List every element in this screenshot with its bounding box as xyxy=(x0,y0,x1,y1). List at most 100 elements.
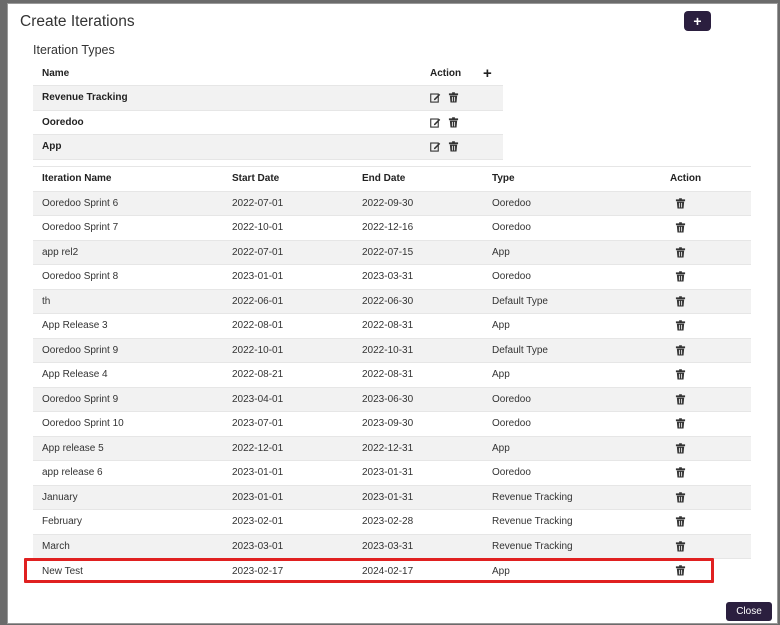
type-cell: App xyxy=(483,362,661,387)
iteration-row: Ooredoo Sprint 6 2022-07-01 2022-09-30 Oore… xyxy=(33,190,751,216)
iteration-type-actions xyxy=(430,110,503,135)
iteration-row: February 2023-02-01 2023-02-28 Revenue Trac… xyxy=(33,509,751,534)
iteration-name-cell: th xyxy=(33,288,223,314)
iteration-type-row: App xyxy=(33,134,503,160)
action-cell xyxy=(661,362,751,387)
trash-icon[interactable] xyxy=(675,369,686,380)
action-cell xyxy=(661,190,751,216)
iteration-row: Ooredoo Sprint 8 2023-01-01 2023-03-31 Oore… xyxy=(33,264,751,289)
iteration-types-title: Iteration Types xyxy=(33,43,115,57)
types-header-name: Name xyxy=(33,61,430,86)
iterations-header-row: Iteration Name Start Date End Date Type … xyxy=(33,166,751,191)
action-cell xyxy=(661,337,751,363)
edit-icon[interactable] xyxy=(430,141,441,152)
start-date-cell: 2022-08-21 xyxy=(223,362,353,387)
header-type: Type xyxy=(483,166,661,191)
iteration-name-cell: app release 6 xyxy=(33,460,223,485)
iteration-row: App Release 3 2022-08-01 2022-08-31 App xyxy=(33,313,751,338)
header-action: Action xyxy=(661,166,751,191)
iterations-table: Iteration Name Start Date End Date Type … xyxy=(33,166,751,583)
start-date-cell: 2023-02-01 xyxy=(223,509,353,534)
iteration-row: App Release 4 2022-08-21 2022-08-31 App xyxy=(33,362,751,387)
start-date-cell: 2023-01-01 xyxy=(223,460,353,485)
type-cell: Revenue Tracking xyxy=(483,533,661,559)
start-date-cell: 2022-07-01 xyxy=(223,190,353,216)
trash-icon[interactable] xyxy=(675,246,686,258)
iteration-name-cell: Ooredoo Sprint 9 xyxy=(33,337,223,363)
trash-icon[interactable] xyxy=(675,197,686,209)
start-date-cell: 2023-02-17 xyxy=(223,558,353,583)
action-cell xyxy=(661,509,751,534)
start-date-cell: 2022-07-01 xyxy=(223,239,353,265)
start-date-cell: 2022-10-01 xyxy=(223,215,353,240)
start-date-cell: 2023-01-01 xyxy=(223,484,353,510)
types-header-row: Name Action xyxy=(33,61,503,86)
start-date-cell: 2023-07-01 xyxy=(223,411,353,436)
iteration-name-cell: February xyxy=(33,509,223,534)
end-date-cell: 2023-09-30 xyxy=(353,411,483,436)
close-button[interactable]: Close xyxy=(726,602,772,621)
modal-title: Create Iterations xyxy=(20,13,135,30)
start-date-cell: 2023-01-01 xyxy=(223,264,353,289)
type-cell: Ooredoo xyxy=(483,215,661,240)
iteration-name-cell: Ooredoo Sprint 10 xyxy=(33,411,223,436)
end-date-cell: 2022-07-15 xyxy=(353,239,483,265)
action-cell xyxy=(661,484,751,510)
action-cell xyxy=(661,558,751,583)
iteration-row: January 2023-01-01 2023-01-31 Revenue Track… xyxy=(33,484,751,510)
trash-icon[interactable] xyxy=(675,295,686,307)
trash-icon[interactable] xyxy=(675,540,686,552)
end-date-cell: 2024-02-17 xyxy=(353,558,483,583)
trash-icon[interactable] xyxy=(675,222,686,233)
edit-icon[interactable] xyxy=(430,92,441,103)
end-date-cell: 2022-12-16 xyxy=(353,215,483,240)
trash-icon[interactable] xyxy=(448,116,459,128)
trash-icon[interactable] xyxy=(675,516,686,527)
trash-icon[interactable] xyxy=(675,565,686,576)
type-cell: Revenue Tracking xyxy=(483,484,661,510)
iteration-type-name: Revenue Tracking xyxy=(33,85,430,111)
iteration-row: app rel2 2022-07-01 2022-07-15 App xyxy=(33,239,751,265)
type-cell: Ooredoo xyxy=(483,411,661,436)
trash-icon[interactable] xyxy=(675,393,686,405)
start-date-cell: 2023-04-01 xyxy=(223,386,353,412)
iteration-type-name: App xyxy=(33,134,430,160)
end-date-cell: 2023-06-30 xyxy=(353,386,483,412)
iteration-name-cell: Ooredoo Sprint 8 xyxy=(33,264,223,289)
iteration-row: Ooredoo Sprint 10 2023-07-01 2023-09-30 Oor… xyxy=(33,411,751,436)
iteration-row: app release 6 2023-01-01 2023-01-31 Ooredoo xyxy=(33,460,751,485)
header-start-date: Start Date xyxy=(223,166,353,191)
trash-icon[interactable] xyxy=(448,141,459,152)
iteration-row: th 2022-06-01 2022-06-30 Default Type xyxy=(33,288,751,314)
end-date-cell: 2023-02-28 xyxy=(353,509,483,534)
trash-icon[interactable] xyxy=(675,442,686,454)
iteration-type-row: Revenue Tracking xyxy=(33,85,503,111)
end-date-cell: 2022-10-31 xyxy=(353,337,483,363)
end-date-cell: 2022-08-31 xyxy=(353,362,483,387)
edit-icon[interactable] xyxy=(430,117,441,128)
trash-icon[interactable] xyxy=(675,467,686,478)
iteration-type-name: Ooredoo xyxy=(33,110,430,135)
type-cell: Ooredoo xyxy=(483,386,661,412)
type-cell: App xyxy=(483,239,661,265)
iteration-name-cell: Ooredoo Sprint 6 xyxy=(33,190,223,216)
trash-icon[interactable] xyxy=(675,271,686,282)
trash-icon[interactable] xyxy=(675,320,686,331)
iteration-name-cell: App Release 3 xyxy=(33,313,223,338)
start-date-cell: 2023-03-01 xyxy=(223,533,353,559)
trash-icon[interactable] xyxy=(675,418,686,429)
type-cell: Ooredoo xyxy=(483,190,661,216)
trash-icon[interactable] xyxy=(675,491,686,503)
trash-icon[interactable] xyxy=(675,344,686,356)
type-cell: App xyxy=(483,558,661,583)
add-iteration-type-button[interactable]: + xyxy=(483,65,492,82)
add-iteration-button[interactable]: + xyxy=(684,11,711,31)
start-date-cell: 2022-06-01 xyxy=(223,288,353,314)
action-cell xyxy=(661,460,751,485)
iteration-row: New Test 2023-02-17 2024-02-17 App xyxy=(33,558,751,583)
end-date-cell: 2023-03-31 xyxy=(353,264,483,289)
iteration-name-cell: New Test xyxy=(33,558,223,583)
trash-icon[interactable] xyxy=(448,92,459,103)
start-date-cell: 2022-12-01 xyxy=(223,435,353,461)
iteration-type-row: Ooredoo xyxy=(33,110,503,135)
